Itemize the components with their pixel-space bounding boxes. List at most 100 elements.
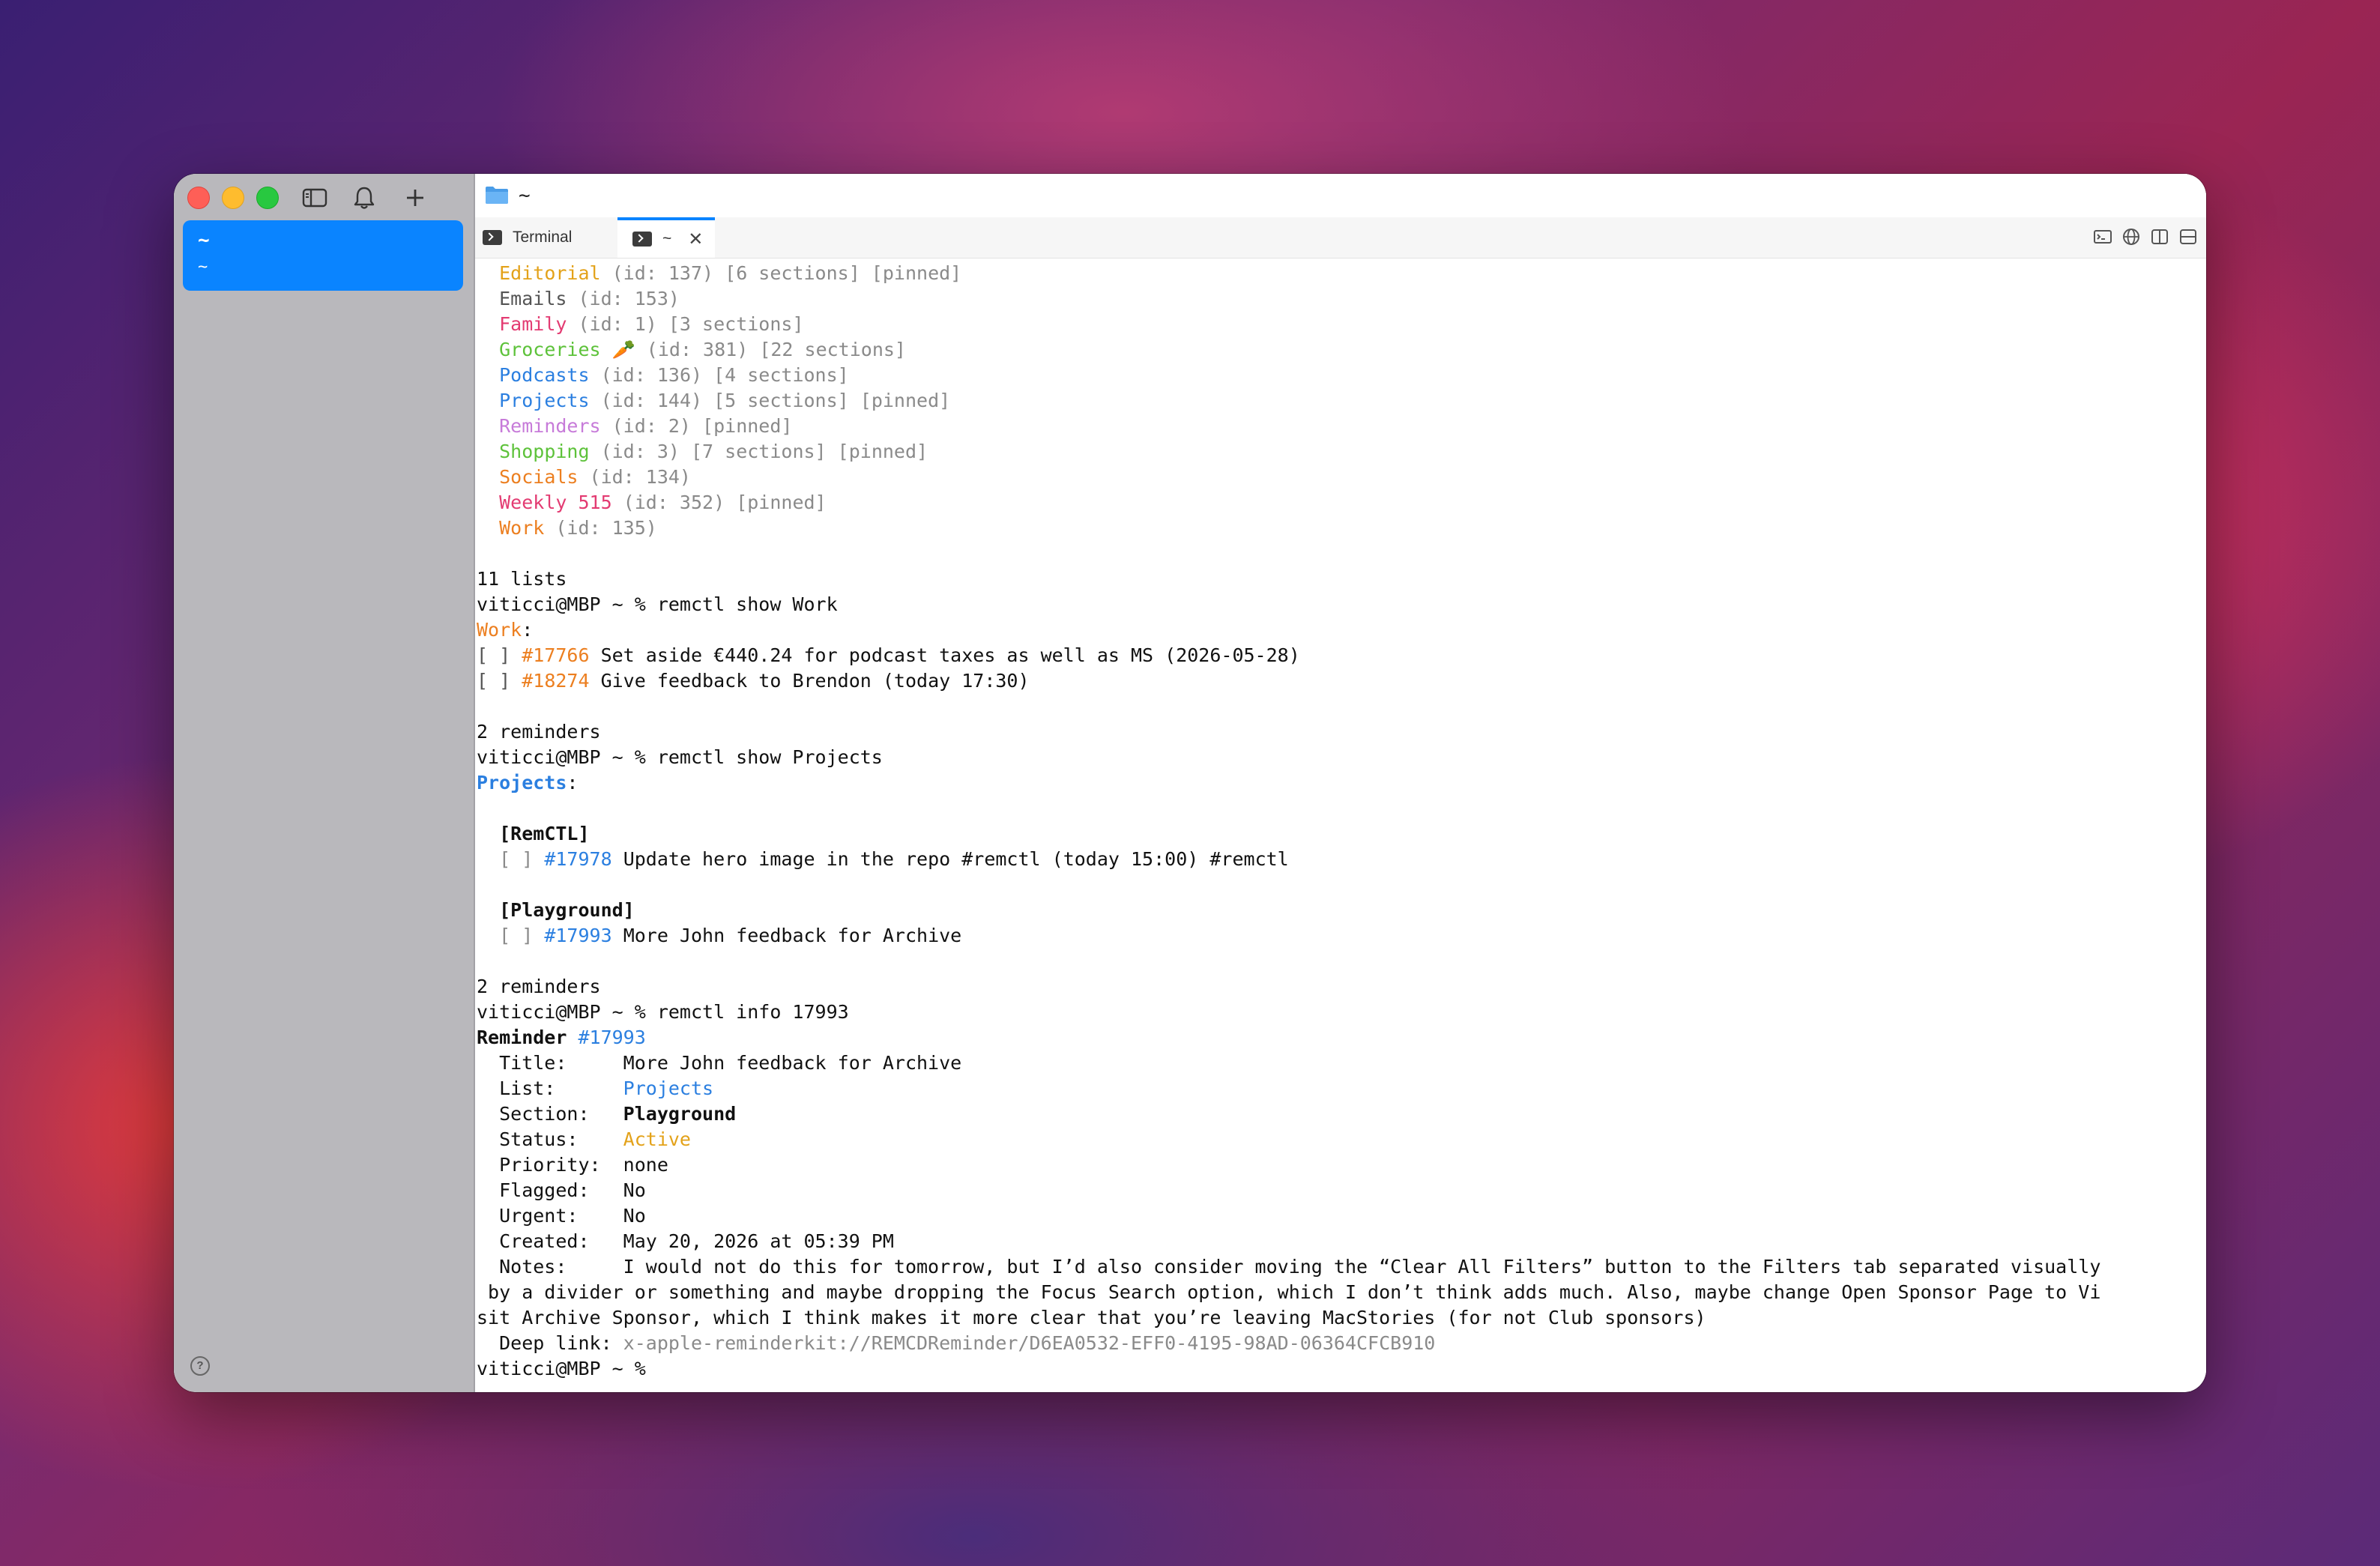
- list-line: Emails (id: 153): [477, 286, 2206, 312]
- list-meta: (id: 3) [7 sections] [pinned]: [589, 441, 928, 462]
- split-vertical-icon[interactable]: [2149, 226, 2170, 247]
- terminal-icon: [632, 232, 652, 247]
- section-name: [Playground]: [499, 899, 635, 921]
- list-meta: (id: 1) [3 sections]: [567, 313, 804, 335]
- globe-icon[interactable]: [2121, 226, 2142, 247]
- session-title: ~: [198, 229, 210, 252]
- info-notes-cont: by a divider or something and maybe drop…: [477, 1281, 2101, 1303]
- list-line: Family (id: 1) [3 sections]: [477, 312, 2206, 337]
- command-line: viticci@MBP ~ % remctl show Work: [477, 593, 838, 615]
- reminder-id: #18274: [522, 670, 590, 692]
- list-line: Work (id: 135): [477, 516, 2206, 541]
- list-line: Podcasts (id: 136) [4 sections]: [477, 363, 2206, 388]
- reminders-count: 2 reminders: [477, 976, 601, 997]
- checkbox: [ ]: [477, 670, 522, 692]
- reminder-id: #17993: [578, 1027, 646, 1048]
- list-name: Weekly 515: [499, 492, 612, 513]
- terminal-icon[interactable]: [2092, 226, 2113, 247]
- list-header: Work:: [477, 619, 534, 641]
- info-flagged: Flagged: No: [477, 1179, 646, 1201]
- session-subtitle: ~: [198, 258, 208, 276]
- field-label: Title:: [477, 1052, 623, 1074]
- list-line: Shopping (id: 3) [7 sections] [pinned]: [477, 439, 2206, 465]
- sidebar-session-item[interactable]: ~ ~: [183, 220, 463, 291]
- reminder-line: [ ] #17766 Set aside €440.24 for podcast…: [477, 643, 2206, 668]
- checkbox: [ ]: [499, 848, 545, 870]
- reminder-label: Reminder: [477, 1027, 579, 1048]
- split-horizontal-icon[interactable]: [2178, 226, 2199, 247]
- section-header: [RemCTL]: [477, 821, 2206, 847]
- field-value: Playground: [623, 1103, 737, 1125]
- tab-label: Terminal: [513, 229, 573, 246]
- list-name: Groceries 🥕: [499, 339, 635, 360]
- section-name: [RemCTL]: [499, 823, 590, 844]
- command-line: viticci@MBP ~ % remctl info 17993: [477, 1001, 849, 1023]
- reminder-text: Set aside €440.24 for podcast taxes as w…: [589, 644, 1300, 666]
- reminder-heading: Reminder #17993: [477, 1025, 2206, 1050]
- zoom-window-button[interactable]: [256, 187, 279, 209]
- list-meta: (id: 153): [567, 288, 680, 309]
- field-label: Section:: [477, 1103, 623, 1125]
- list-name: Emails: [499, 288, 567, 309]
- list-name: Projects: [499, 390, 590, 411]
- reminder-id: #17766: [522, 644, 590, 666]
- reminder-text: More John feedback for Archive: [611, 925, 962, 946]
- info-list: List: Projects: [477, 1076, 2206, 1101]
- field-label: List:: [477, 1077, 623, 1099]
- info-deeplink: Deep link: x-apple-reminderkit://REMCDRe…: [477, 1331, 2206, 1356]
- field-label: Status:: [477, 1128, 623, 1150]
- bell-icon[interactable]: [349, 183, 379, 213]
- lists-count: 11 lists: [477, 568, 567, 590]
- checkbox: [ ]: [499, 925, 545, 946]
- help-icon[interactable]: ?: [190, 1356, 210, 1376]
- list-meta: (id: 144) [5 sections] [pinned]: [589, 390, 951, 411]
- list-line: Socials (id: 134): [477, 465, 2206, 490]
- command-line: viticci@MBP ~ % remctl show Projects: [477, 746, 883, 768]
- info-urgent: Urgent: No: [477, 1205, 646, 1227]
- terminal-window: ~ ~ ? ~ Terminal ~ ✕ Editorial (id: 137)…: [174, 174, 2206, 1392]
- list-line: Weekly 515 (id: 352) [pinned]: [477, 490, 2206, 516]
- prompt-line[interactable]: viticci@MBP ~ %: [477, 1356, 2206, 1382]
- close-tab-icon[interactable]: ✕: [688, 229, 703, 250]
- tab-terminal[interactable]: Terminal: [483, 217, 572, 258]
- reminders-count: 2 reminders: [477, 721, 601, 743]
- list-header-name: Work: [477, 619, 522, 641]
- list-name: Work: [499, 517, 545, 539]
- reminder-line: [ ] #18274 Give feedback to Brendon (tod…: [477, 668, 2206, 694]
- new-tab-plus-icon[interactable]: [400, 183, 430, 213]
- section-header: [Playground]: [477, 898, 2206, 923]
- list-meta: (id: 134): [578, 466, 691, 488]
- list-name: Editorial: [499, 262, 601, 284]
- terminal-icon: [483, 230, 502, 245]
- window-path: ~: [519, 184, 531, 207]
- tab-bar: Terminal ~ ✕: [475, 217, 2206, 259]
- minimize-window-button[interactable]: [222, 187, 244, 209]
- deeplink-value[interactable]: x-apple-reminderkit://REMCDReminder/D6EA…: [623, 1332, 1436, 1354]
- list-meta: (id: 381) [22 sections]: [635, 339, 906, 360]
- sidebar: ~ ~ ?: [174, 174, 475, 1392]
- checkbox: [ ]: [477, 644, 522, 666]
- tab-home[interactable]: ~ ✕: [617, 217, 715, 258]
- folder-icon: [486, 187, 508, 204]
- list-line: Projects (id: 144) [5 sections] [pinned]: [477, 388, 2206, 414]
- list-header-name: Projects: [477, 772, 567, 793]
- sidebar-toggle-icon[interactable]: [300, 183, 330, 213]
- terminal-output[interactable]: Editorial (id: 137) [6 sections] [pinned…: [477, 261, 2206, 1392]
- reminder-line: [ ] #17993 More John feedback for Archiv…: [477, 923, 2206, 949]
- close-window-button[interactable]: [187, 187, 210, 209]
- list-line: Reminders (id: 2) [pinned]: [477, 414, 2206, 439]
- reminder-line: [ ] #17978 Update hero image in the repo…: [477, 847, 2206, 872]
- list-name: Reminders: [499, 415, 601, 437]
- field-value: Active: [623, 1128, 691, 1150]
- main-pane: ~ Terminal ~ ✕ Editorial (id: 137) [6 se…: [475, 174, 2206, 1392]
- list-line: Editorial (id: 137) [6 sections] [pinned…: [477, 261, 2206, 286]
- field-value: More John feedback for Archive: [623, 1052, 962, 1074]
- reminder-text: Give feedback to Brendon (today 17:30): [589, 670, 1030, 692]
- list-meta: (id: 352) [pinned]: [611, 492, 827, 513]
- list-name: Socials: [499, 466, 579, 488]
